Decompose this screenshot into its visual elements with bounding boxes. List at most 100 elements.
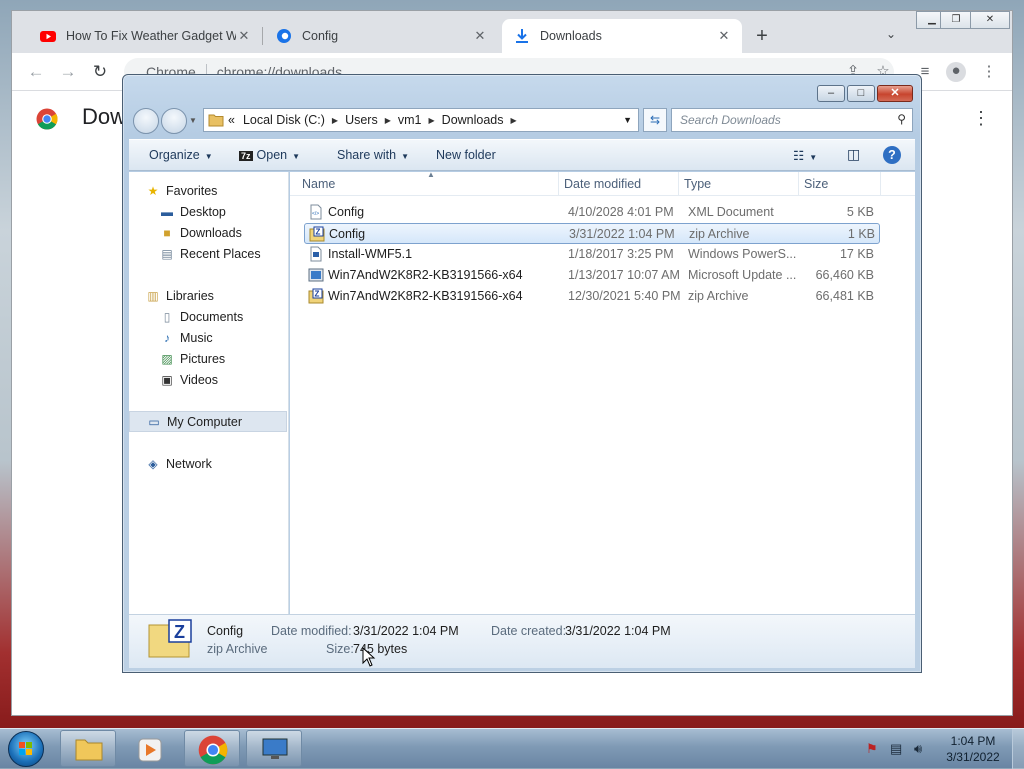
- search-input[interactable]: Search Downloads ⚲: [671, 108, 913, 132]
- menu-icon[interactable]: ⋮: [980, 63, 998, 81]
- network-tray-icon[interactable]: ▤: [890, 741, 902, 757]
- pictures-icon: ▨: [161, 351, 173, 366]
- column-header: ▲ Name Date modified Type Size: [290, 170, 915, 196]
- zip-icon: Z: [308, 288, 324, 304]
- music-icon: ♪: [164, 330, 170, 345]
- file-row-selected[interactable]: Z Config 3/31/2022 1:04 PM zip Archive 1…: [304, 223, 880, 244]
- taskbar-media-player[interactable]: [122, 730, 178, 767]
- zip-icon: Z: [309, 226, 325, 242]
- address-dropdown-icon[interactable]: ▼: [623, 115, 632, 125]
- back-button[interactable]: [133, 108, 159, 134]
- explorer-nav-row: ▼ « Local Disk (C:) ▶ Users ▶ vm1 ▶ Downloa…: [131, 107, 915, 134]
- forward-icon[interactable]: →: [58, 62, 78, 82]
- clock-time: 1:04 PM: [950, 734, 996, 748]
- chrome-taskbar-icon: [198, 735, 228, 765]
- column-date-modified[interactable]: Date modified: [564, 177, 641, 191]
- taskbar-remote-desktop[interactable]: [246, 730, 302, 767]
- nav-recent-places[interactable]: ▤ Recent Places: [129, 243, 287, 264]
- share-with-button[interactable]: Share with ▼: [337, 148, 409, 162]
- nav-libraries[interactable]: ▥ Libraries: [129, 285, 287, 306]
- show-desktop-button[interactable]: [1012, 729, 1024, 769]
- windows-logo-icon: [19, 742, 32, 755]
- chrome-close-button[interactable]: ✕: [970, 11, 1010, 29]
- forward-button[interactable]: [161, 108, 187, 134]
- explorer-window: – □ ✕ ▼ « Local Disk (C:) ▶ Users ▶ vm1 ▶ D…: [122, 74, 922, 673]
- tab-downloads[interactable]: Downloads ✕: [502, 19, 742, 53]
- svg-text:Z: Z: [316, 228, 321, 237]
- column-size[interactable]: Size: [804, 177, 828, 191]
- nav-music[interactable]: ♪ Music: [129, 327, 287, 348]
- new-tab-button[interactable]: +: [750, 25, 774, 49]
- open-button[interactable]: 7z Open ▼: [239, 148, 300, 162]
- taskbar-chrome[interactable]: [184, 730, 240, 767]
- tab-strip: How To Fix Weather Gadget WIN ✕ Config ✕…: [12, 11, 1012, 53]
- page-menu-icon[interactable]: ⋮: [972, 108, 990, 129]
- media-player-icon: [138, 738, 162, 762]
- powershell-icon: [310, 246, 322, 262]
- file-row[interactable]: </> Config 4/10/2028 4:01 PM XML Documen…: [304, 202, 880, 223]
- history-dropdown-icon[interactable]: ▼: [189, 116, 197, 125]
- reload-icon[interactable]: ↻: [90, 62, 110, 82]
- command-bar: Organize ▼ 7z Open ▼ Share with ▼ New folder…: [129, 139, 915, 171]
- nav-network[interactable]: ◈ Network: [129, 453, 287, 474]
- details-file-name: Config: [207, 624, 244, 638]
- tab-title: How To Fix Weather Gadget WIN: [66, 29, 236, 43]
- search-icon[interactable]: ⚲: [897, 112, 906, 126]
- back-icon[interactable]: ←: [26, 62, 46, 82]
- close-tab-icon[interactable]: ✕: [472, 28, 488, 44]
- organize-button[interactable]: Organize ▼: [149, 148, 213, 162]
- column-type[interactable]: Type: [684, 177, 711, 191]
- preview-pane-icon[interactable]: ◫: [847, 146, 860, 163]
- breadcrumb-local-disk[interactable]: Local Disk (C:): [243, 113, 325, 127]
- desktop-icon: ▬: [161, 204, 173, 219]
- star-icon: ★: [147, 183, 159, 198]
- file-row[interactable]: Z Win7AndW2K8R2-KB3191566-x64 12/30/2021…: [304, 286, 880, 307]
- view-options-icon[interactable]: ☷ ▼: [793, 148, 817, 163]
- page-title: Dow: [82, 104, 127, 129]
- nav-desktop[interactable]: ▬ Desktop: [129, 201, 287, 222]
- computer-taskbar-icon: [262, 738, 288, 759]
- file-list: ▲ Name Date modified Type Size </> Confi…: [290, 170, 915, 614]
- volume-icon[interactable]: 🔊︎: [914, 741, 922, 757]
- nav-downloads[interactable]: ■ Downloads: [129, 222, 287, 243]
- nav-videos[interactable]: ▣ Videos: [129, 369, 287, 390]
- msu-icon: [308, 268, 324, 282]
- nav-favorites[interactable]: ★ Favorites: [129, 180, 287, 201]
- nav-pictures[interactable]: ▨ Pictures: [129, 348, 287, 369]
- start-button[interactable]: [8, 731, 44, 767]
- tab-config[interactable]: Config ✕: [264, 19, 498, 53]
- svg-text:Z: Z: [315, 290, 320, 299]
- breadcrumb[interactable]: « Local Disk (C:) ▶ Users ▶ vm1 ▶ Downloads…: [203, 108, 639, 132]
- clock[interactable]: 1:04 PM 3/31/2022: [938, 733, 1008, 765]
- mouse-cursor-icon: [362, 647, 376, 667]
- tab-youtube[interactable]: How To Fix Weather Gadget WIN ✕: [28, 19, 262, 53]
- file-row[interactable]: Win7AndW2K8R2-KB3191566-x64 1/13/2017 10…: [304, 265, 880, 286]
- breadcrumb-overflow[interactable]: «: [228, 113, 235, 127]
- details-date-modified-label: Date modified:: [271, 624, 352, 638]
- file-row[interactable]: Install-WMF5.1 1/18/2017 3:25 PM Windows…: [304, 244, 880, 265]
- breadcrumb-users[interactable]: Users: [345, 113, 378, 127]
- taskbar-explorer[interactable]: [60, 730, 116, 767]
- help-icon[interactable]: ?: [883, 146, 901, 164]
- youtube-icon: [40, 31, 56, 42]
- nav-documents[interactable]: ▯ Documents: [129, 306, 287, 327]
- profile-icon[interactable]: ●: [946, 62, 966, 82]
- explorer-minimize-button[interactable]: –: [817, 85, 845, 102]
- close-tab-icon[interactable]: ✕: [716, 28, 732, 44]
- new-folder-button[interactable]: New folder: [436, 148, 496, 162]
- close-tab-icon[interactable]: ✕: [236, 28, 252, 44]
- tab-title: Downloads: [540, 29, 602, 43]
- explorer-close-button[interactable]: ✕: [877, 85, 913, 102]
- folder-icon: [208, 114, 224, 127]
- explorer-maximize-button[interactable]: □: [847, 85, 875, 102]
- details-file-type: zip Archive: [207, 642, 268, 656]
- column-name[interactable]: Name: [302, 177, 335, 191]
- action-center-icon[interactable]: ⚑: [866, 741, 878, 757]
- breadcrumb-downloads[interactable]: Downloads: [442, 113, 504, 127]
- chrome-maximize-button[interactable]: ❐: [940, 11, 972, 29]
- breadcrumb-vm1[interactable]: vm1: [398, 113, 422, 127]
- tab-search-icon[interactable]: ⌄: [886, 27, 902, 43]
- svg-text:Z: Z: [174, 622, 185, 642]
- nav-my-computer[interactable]: ▭ My Computer: [129, 411, 287, 432]
- refresh-icon[interactable]: ⇆: [643, 108, 667, 132]
